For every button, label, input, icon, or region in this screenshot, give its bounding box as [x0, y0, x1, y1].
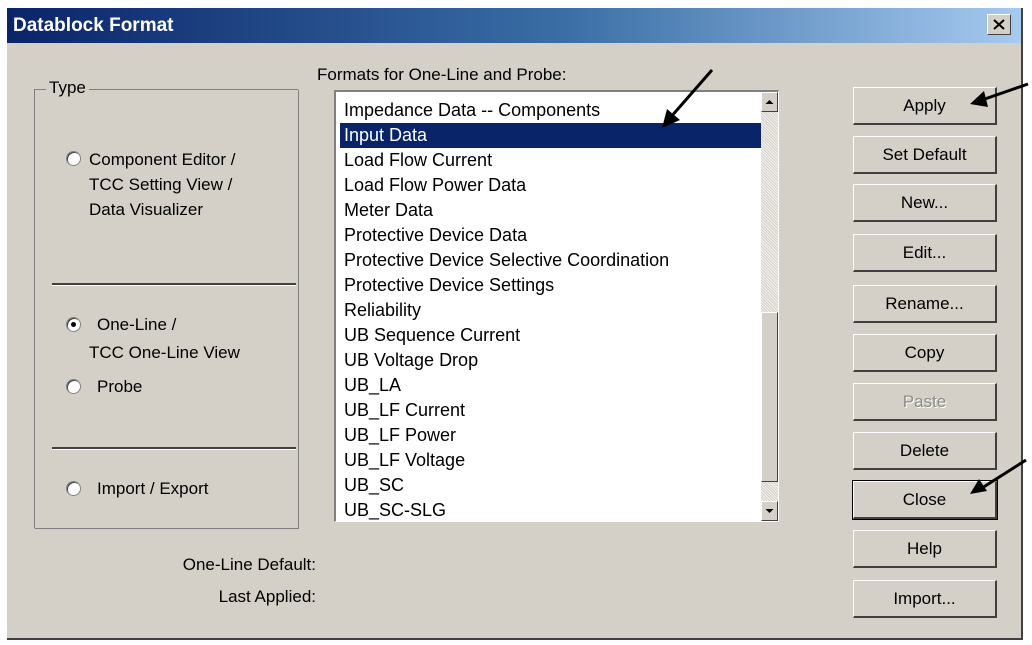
formats-items: Impedance Data -- Components Input Data …	[340, 98, 766, 521]
edit-button[interactable]: Edit...	[853, 234, 997, 272]
annotation-arrow-icon	[970, 458, 1027, 494]
annotation-arrow-icon	[970, 82, 1029, 107]
list-item[interactable]: UB_LF Power	[340, 423, 766, 448]
list-item[interactable]: Meter Data	[340, 198, 766, 223]
list-item[interactable]: Protective Device Data	[340, 223, 766, 248]
radio-label-line1: One-Line /	[97, 315, 177, 334]
window-title: Datablock Format	[13, 15, 174, 36]
scroll-thumb[interactable]	[761, 312, 778, 482]
new-button[interactable]: New...	[853, 184, 997, 222]
vertical-scrollbar[interactable]	[761, 92, 778, 521]
list-item[interactable]: Protective Device Settings	[340, 273, 766, 298]
radio-label-line2: TCC Setting View /	[89, 175, 233, 194]
radio-button[interactable]	[66, 317, 81, 332]
list-item[interactable]: UB Sequence Current	[340, 323, 766, 348]
radio-label: Probe	[97, 377, 143, 396]
set-default-button[interactable]: Set Default	[853, 136, 997, 174]
arrow-up-icon	[765, 100, 774, 104]
radio-label: Import / Export	[97, 479, 209, 498]
list-item[interactable]: Protective Device Selective Coordination	[340, 248, 766, 273]
copy-button[interactable]: Copy	[853, 334, 997, 372]
list-item[interactable]: UB_LA	[340, 373, 766, 398]
radio-button[interactable]	[66, 379, 81, 394]
import-button[interactable]: Import...	[853, 580, 997, 618]
scroll-down-button[interactable]	[761, 501, 778, 521]
type-group-label: Type	[46, 78, 89, 98]
radio-button[interactable]	[66, 481, 81, 496]
list-item[interactable]: Reliability	[340, 298, 766, 323]
separator	[52, 447, 296, 450]
radio-label-line3: Data Visualizer	[89, 200, 204, 219]
list-item[interactable]: UB Voltage Drop	[340, 348, 766, 373]
radio-button[interactable]	[66, 151, 81, 166]
scroll-up-button[interactable]	[761, 92, 778, 112]
list-item[interactable]: UB_SC-SLG	[340, 498, 766, 521]
radio-label-line2: TCC One-Line View	[89, 343, 240, 362]
list-item[interactable]: Load Flow Power Data	[340, 173, 766, 198]
last-applied-label: Last Applied:	[218, 587, 316, 606]
formats-label: Formats for One-Line and Probe:	[317, 65, 567, 84]
rename-button[interactable]: Rename...	[853, 285, 997, 323]
paste-button: Paste	[853, 383, 997, 421]
list-item[interactable]: UB_SC	[340, 473, 766, 498]
close-icon	[993, 19, 1005, 30]
annotation-arrow-icon	[662, 69, 714, 128]
arrow-down-icon	[765, 509, 774, 513]
close-window-button[interactable]	[987, 14, 1011, 35]
formats-listbox[interactable]: Impedance Data -- Components Input Data …	[334, 90, 779, 522]
separator	[52, 283, 296, 286]
title-bar[interactable]: Datablock Format	[7, 8, 1021, 43]
radio-label-line1: Component Editor /	[89, 150, 236, 169]
list-item[interactable]: UB_LF Current	[340, 398, 766, 423]
help-button[interactable]: Help	[853, 530, 997, 568]
list-item[interactable]: UB_LF Voltage	[340, 448, 766, 473]
one-line-default-label: One-Line Default:	[182, 555, 316, 574]
list-item[interactable]: Load Flow Current	[340, 148, 766, 173]
